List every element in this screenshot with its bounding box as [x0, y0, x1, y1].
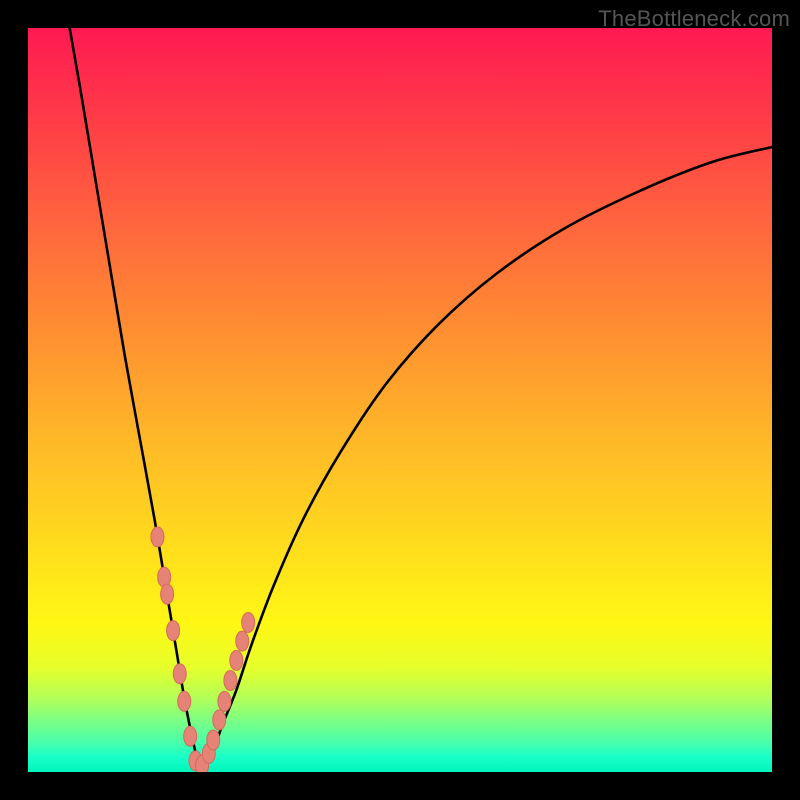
- marker-point: [218, 691, 231, 711]
- watermark-text: TheBottleneck.com: [598, 6, 790, 32]
- marker-point: [242, 612, 255, 632]
- marker-point: [151, 527, 164, 547]
- marker-point: [161, 584, 174, 604]
- marker-point: [178, 691, 191, 711]
- marker-group: [151, 527, 255, 772]
- marker-point: [167, 621, 180, 641]
- marker-point: [184, 726, 197, 746]
- marker-point: [213, 710, 226, 730]
- plot-svg: [28, 28, 772, 772]
- marker-point: [236, 631, 249, 651]
- marker-point: [224, 670, 237, 690]
- marker-point: [173, 664, 186, 684]
- marker-point: [207, 730, 220, 750]
- chart-area: [28, 28, 772, 772]
- curve-line: [70, 28, 772, 767]
- marker-point: [230, 650, 243, 670]
